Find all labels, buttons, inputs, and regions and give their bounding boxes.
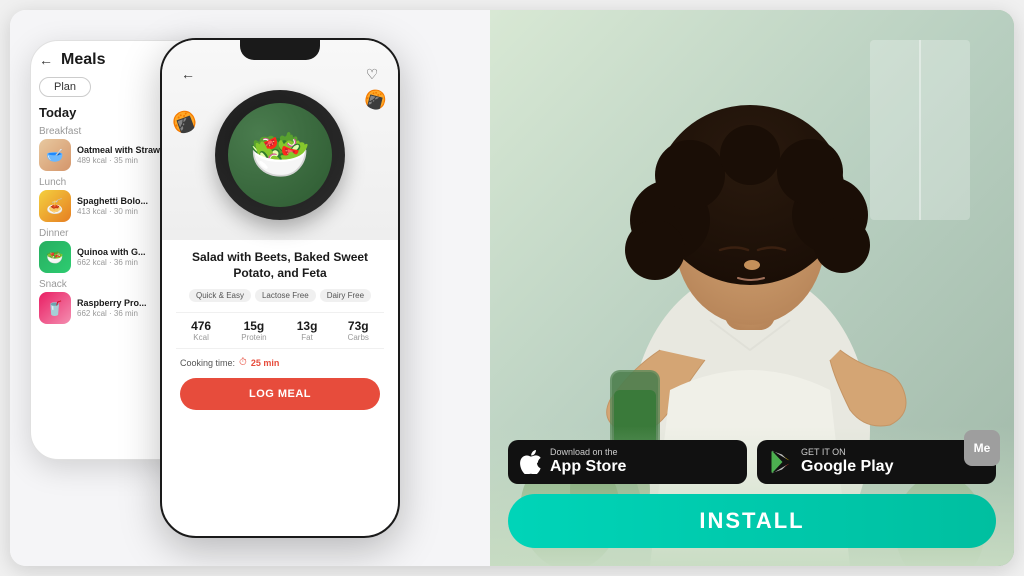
plan-button[interactable]: Plan — [39, 77, 91, 97]
phone-notch — [240, 40, 320, 60]
kcal-value: 476 — [191, 319, 211, 333]
clock-icon: ⏱ — [239, 357, 247, 368]
recipe-image-area: ← ♡ 🍘 🍘 — [162, 40, 398, 240]
tag-dairy-free: Dairy Free — [320, 289, 371, 302]
kcal-label: Kcal — [191, 333, 211, 342]
me-badge: Me — [964, 430, 1000, 466]
install-button[interactable]: INSTALL — [508, 494, 996, 548]
app-store-sub: Download on the — [550, 448, 626, 457]
salad-bowl-image — [215, 90, 345, 220]
recipe-title: Salad with Beets, Baked Sweet Potato, an… — [176, 250, 384, 281]
google-play-icon — [769, 450, 793, 474]
cta-overlay: Download on the App Store — [490, 426, 1014, 566]
fat-label: Fat — [297, 333, 318, 342]
nutrition-kcal: 476 Kcal — [191, 319, 211, 342]
fat-value: 13g — [297, 319, 318, 333]
right-side: Download on the App Store — [490, 10, 1014, 566]
protein-value: 15g — [241, 319, 266, 333]
cracker-left-icon: 🍘 — [168, 106, 200, 138]
nutrition-protein: 15g Protein — [241, 319, 266, 342]
recipe-top-bar: ← ♡ — [162, 62, 398, 86]
cooking-time-value: 25 min — [251, 358, 280, 368]
left-side: ← Meals Plan Today Breakfast 🥣 Oatmeal w… — [10, 10, 490, 566]
cracker-right-icon: 🍘 — [361, 87, 388, 113]
meal-thumb-spaghetti: 🍝 — [39, 190, 71, 222]
nutrition-carbs: 73g Carbs — [348, 319, 369, 342]
recipe-details: Salad with Beets, Baked Sweet Potato, an… — [162, 240, 398, 420]
back-arrow-icon[interactable]: ← — [39, 52, 53, 68]
tag-quick-easy: Quick & Easy — [189, 289, 251, 302]
google-play-sub: GET IT ON — [801, 448, 893, 457]
apple-icon — [520, 450, 542, 474]
meal-thumb-quinoa: 🥗 — [39, 241, 71, 273]
log-meal-button[interactable]: LOG MEAL — [180, 378, 380, 410]
meals-title: Meals — [61, 51, 105, 69]
nutrition-row: 476 Kcal 15g Protein 13g Fat 73g — [176, 312, 384, 349]
google-play-button[interactable]: GET IT ON Google Play — [757, 440, 996, 484]
recipe-heart-button[interactable]: ♡ — [360, 62, 384, 86]
recipe-tags: Quick & Easy Lactose Free Dairy Free — [176, 289, 384, 302]
tag-lactose-free: Lactose Free — [255, 289, 316, 302]
app-store-button[interactable]: Download on the App Store — [508, 440, 747, 484]
carbs-value: 73g — [348, 319, 369, 333]
app-store-name: App Store — [550, 457, 626, 476]
cooking-time-row: Cooking time: ⏱ 25 min — [176, 357, 384, 368]
carbs-label: Carbs — [348, 333, 369, 342]
main-container: ← Meals Plan Today Breakfast 🥣 Oatmeal w… — [10, 10, 1014, 566]
nutrition-fat: 13g Fat — [297, 319, 318, 342]
phone-foreground: ← ♡ 🍘 🍘 Salad with Beets, Baked Sweet Po… — [160, 38, 400, 538]
meal-thumb-oatmeal: 🥣 — [39, 139, 71, 171]
protein-label: Protein — [241, 333, 266, 342]
google-play-name: Google Play — [801, 457, 893, 476]
recipe-back-button[interactable]: ← — [176, 62, 200, 86]
store-buttons-row: Download on the App Store — [508, 440, 996, 484]
cooking-time-label: Cooking time: — [180, 358, 235, 368]
meal-thumb-raspberry: 🥤 — [39, 292, 71, 324]
